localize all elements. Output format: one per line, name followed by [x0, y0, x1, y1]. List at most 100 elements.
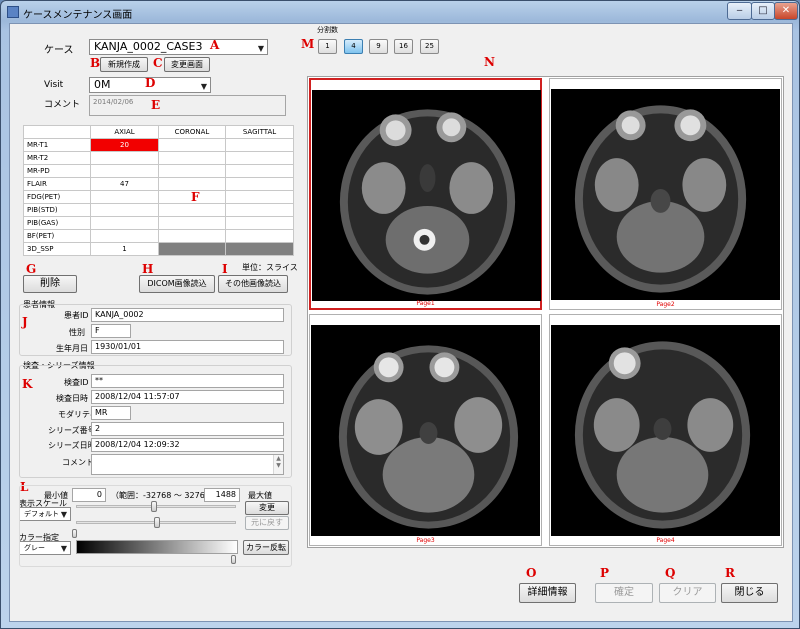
grid-cell[interactable] [158, 216, 226, 230]
grid-row[interactable]: FLAIR 47 [23, 177, 294, 191]
dicom-load-button[interactable]: DICOM画像読込 [139, 275, 215, 293]
new-case-button[interactable]: 新規作成 [100, 57, 148, 72]
case-select[interactable]: KANJA_0002_CASE3 ▼ [89, 39, 268, 55]
study-comment-label: コメント [62, 458, 94, 467]
grid-cell[interactable] [90, 164, 159, 178]
grid-column-header[interactable]: CORONAL [158, 125, 226, 139]
grid-cell[interactable] [225, 216, 294, 230]
maximize-button[interactable]: □ [751, 2, 775, 20]
split-option-9[interactable]: 9 [369, 39, 388, 54]
split-option-1[interactable]: 1 [318, 39, 337, 54]
grid-cell[interactable] [158, 177, 226, 191]
mri-slice-2 [574, 105, 747, 293]
grid-row[interactable]: PIB(STD) [23, 203, 294, 217]
series-number-field[interactable]: 2 [91, 422, 284, 436]
chevron-down-icon: ▼ [200, 82, 207, 91]
split-option-4[interactable]: 4 [344, 39, 363, 54]
grid-cell[interactable] [225, 229, 294, 243]
grid-cell[interactable] [90, 229, 159, 243]
split-option-16[interactable]: 16 [394, 39, 413, 54]
grid-header-row: AXIAL CORONAL SAGITTAL [23, 125, 294, 139]
grid-cell[interactable] [225, 242, 294, 256]
grid-cell[interactable] [225, 203, 294, 217]
grid-row-header: 3D_SSP [23, 242, 91, 256]
split-option-25[interactable]: 25 [420, 39, 439, 54]
grid-cell[interactable] [90, 216, 159, 230]
close-window-button[interactable]: ✕ [774, 2, 798, 20]
sex-field[interactable]: F [91, 324, 131, 338]
marker-e: E [151, 98, 161, 112]
grid-cell[interactable] [225, 190, 294, 204]
minimize-button[interactable]: ‒ [727, 2, 752, 20]
delete-button[interactable]: 削除 [23, 275, 77, 293]
modality-field[interactable]: MR [91, 406, 131, 420]
grid-cell[interactable] [225, 177, 294, 191]
patient-id-field[interactable]: KANJA_0002 [91, 308, 284, 322]
title-bar[interactable]: ケースメンテナンス画面 ‒ □ ✕ [1, 1, 799, 23]
marker-b: B [90, 56, 101, 70]
grid-cell[interactable] [225, 164, 294, 178]
grid-row-header: PIB(GAS) [23, 216, 91, 230]
grid-column-header[interactable]: SAGITTAL [225, 125, 294, 139]
grid-cell[interactable]: 20 [90, 138, 159, 152]
series-number-label: シリーズ番号 [48, 426, 96, 435]
grid-cell[interactable] [158, 164, 226, 178]
mri-slice-1 [339, 109, 516, 295]
marker-f: F [191, 190, 200, 204]
grid-row[interactable]: 3D_SSP 1 [23, 242, 294, 256]
image-pane-1[interactable]: Page1 [309, 78, 542, 310]
grid-row-header: BF(PET) [23, 229, 91, 243]
grid-row[interactable]: MR-PD [23, 164, 294, 178]
unit-label: 単位：スライス [242, 263, 298, 272]
other-image-load-button[interactable]: その他画像読込 [218, 275, 288, 293]
study-date-field[interactable]: 2008/12/04 11:57:07 [91, 390, 284, 404]
image-pane-3[interactable]: Page3 [309, 314, 542, 546]
grid-row[interactable]: BF(PET) [23, 229, 294, 243]
grid-cell[interactable]: 47 [90, 177, 159, 191]
image-viewer[interactable]: Page1 Page2 Page3 Page4 [307, 76, 784, 548]
image-pane-2[interactable]: Page2 [549, 78, 782, 310]
grid-cell[interactable] [158, 242, 226, 256]
grid-cell[interactable] [225, 138, 294, 152]
case-label: ケース [44, 45, 74, 56]
study-id-field[interactable]: ** [91, 374, 284, 388]
comment-scrollbar[interactable]: ▲ ▼ [273, 455, 283, 474]
grid-cell[interactable] [158, 151, 226, 165]
study-comment-field[interactable] [91, 454, 284, 475]
grid-cell[interactable] [90, 151, 159, 165]
grid-row-header: MR-T1 [23, 138, 91, 152]
dob-label: 生年月日 [56, 344, 88, 353]
series-grid: AXIAL CORONAL SAGITTAL MR-T1 20 MR-T2 MR-PD FLA… [23, 125, 294, 256]
window-title: ケースメンテナンス画面 [23, 10, 133, 21]
grid-cell[interactable] [158, 203, 226, 217]
grid-cell[interactable] [90, 203, 159, 217]
series-date-field[interactable]: 2008/12/04 12:09:32 [91, 438, 284, 452]
marker-a: A [210, 38, 220, 52]
detail-info-button[interactable]: 詳細情報 [519, 583, 576, 603]
grid-row[interactable]: PIB(GAS) [23, 216, 294, 230]
dob-field[interactable]: 1930/01/01 [91, 340, 284, 354]
page-label: Page3 [416, 537, 435, 544]
grid-row[interactable]: MR-T2 [23, 151, 294, 165]
grid-column-header[interactable]: AXIAL [90, 125, 159, 139]
series-date-label: シリーズ日時 [48, 441, 96, 450]
grid-cell[interactable] [90, 190, 159, 204]
visit-label: Visit [44, 80, 64, 90]
confirm-button[interactable]: 確定 [595, 583, 653, 603]
sex-label: 性別 [69, 328, 85, 337]
grid-cell[interactable] [158, 138, 226, 152]
grid-cell[interactable] [225, 151, 294, 165]
marker-i: I [222, 262, 228, 276]
grid-cell[interactable]: 1 [90, 242, 159, 256]
change-screen-button[interactable]: 変更画面 [164, 57, 210, 72]
mri-image-1 [312, 90, 541, 301]
grid-row[interactable]: MR-T1 20 [23, 138, 294, 152]
visit-comment-field[interactable]: 2014/02/06 [89, 95, 286, 116]
grid-row-header: MR-T2 [23, 151, 91, 165]
clear-button[interactable]: クリア [659, 583, 716, 603]
close-button[interactable]: 閉じる [721, 583, 778, 603]
split-count-label: 分割数 [317, 26, 338, 34]
grid-row[interactable]: FDG(PET) [23, 190, 294, 204]
grid-cell[interactable] [158, 229, 226, 243]
image-pane-4[interactable]: Page4 [549, 314, 782, 546]
